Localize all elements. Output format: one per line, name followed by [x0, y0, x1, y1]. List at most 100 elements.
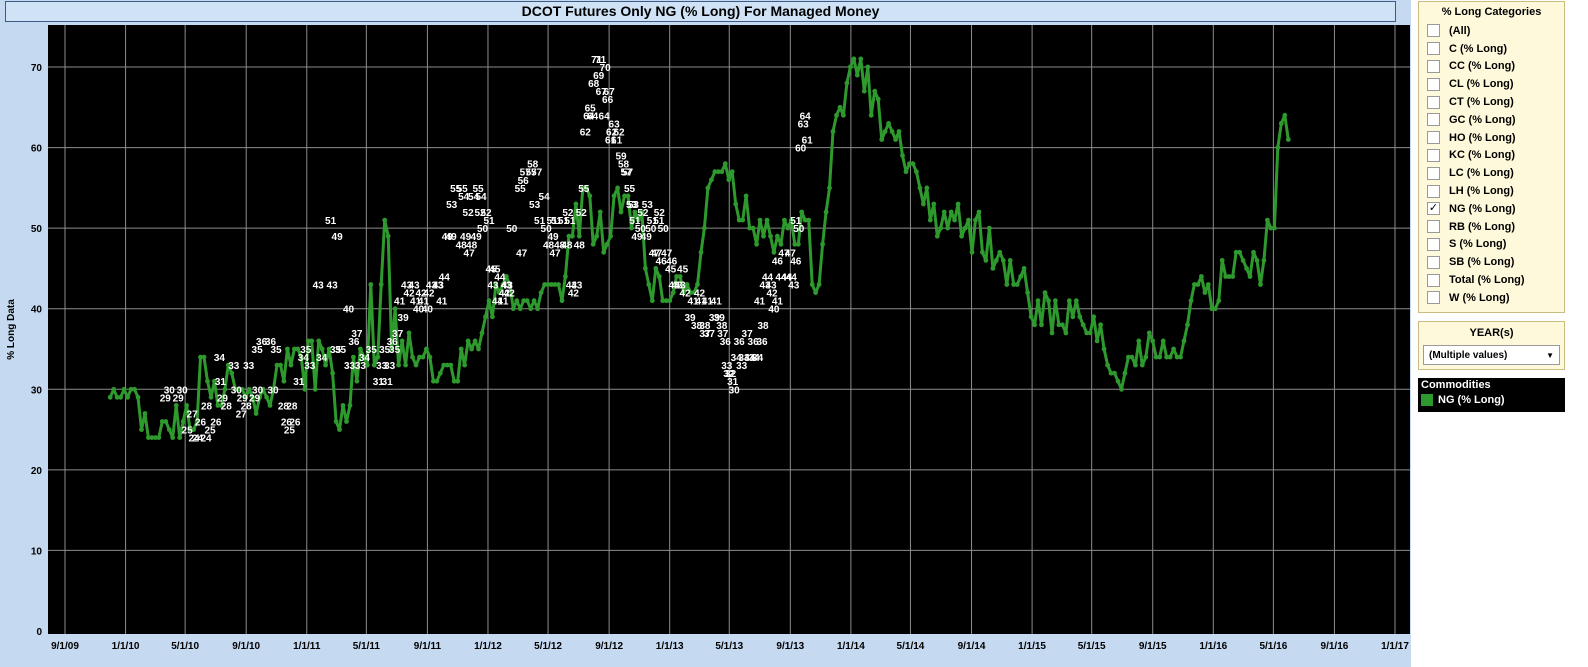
category-item[interactable]: CT (% Long) [1419, 93, 1564, 111]
category-item[interactable]: (All) [1419, 22, 1564, 40]
data-label: 43 [571, 281, 583, 292]
data-point [601, 249, 607, 255]
category-checkbox[interactable] [1427, 24, 1440, 38]
data-point [865, 64, 871, 70]
year-dropdown[interactable]: (Multiple values) ▼ [1423, 345, 1560, 365]
category-item[interactable]: Total (% Long) [1419, 271, 1564, 289]
category-checkbox[interactable]: ✓ [1427, 202, 1440, 216]
data-label: 31 [293, 377, 305, 388]
category-checkbox[interactable] [1427, 131, 1440, 145]
data-point [517, 306, 523, 312]
data-point [809, 282, 815, 287]
year-filter-panel: YEAR(s) (Multiple values) ▼ [1418, 321, 1565, 370]
categories-list: (All) C (% Long) CC (% Long) CL (% Long) CT … [1419, 22, 1564, 307]
data-point [1112, 370, 1117, 376]
category-item[interactable]: S (% Long) [1419, 236, 1564, 254]
category-checkbox[interactable] [1427, 237, 1440, 251]
data-label: 41 [711, 297, 723, 308]
category-checkbox[interactable] [1427, 148, 1440, 162]
data-point [1219, 258, 1225, 263]
data-point [403, 362, 408, 368]
x-tick-label: 9/1/11 [414, 641, 442, 652]
data-label: 55 [624, 184, 636, 195]
data-point [483, 314, 488, 320]
data-point [1091, 314, 1097, 320]
category-item[interactable]: C (% Long) [1419, 40, 1564, 58]
x-tick-label: 9/1/15 [1139, 641, 1167, 652]
category-checkbox[interactable] [1427, 42, 1440, 56]
x-tick-label: 5/1/10 [171, 641, 199, 652]
data-point [121, 386, 127, 392]
data-label: 36 [720, 337, 732, 348]
category-checkbox[interactable] [1427, 255, 1440, 269]
data-label: 41 [754, 297, 766, 308]
data-label: 40 [422, 305, 434, 316]
data-point [1094, 338, 1100, 344]
data-point [434, 378, 440, 384]
data-point [969, 249, 975, 255]
category-item[interactable]: GC (% Long) [1419, 111, 1564, 129]
data-point [354, 378, 360, 384]
data-point [1000, 258, 1006, 263]
data-point [514, 298, 520, 304]
y-axis-title: % Long Data [6, 299, 17, 360]
data-point [1216, 298, 1222, 304]
data-point [1212, 306, 1218, 312]
data-point [615, 185, 620, 191]
x-tick-label: 5/1/12 [534, 641, 562, 652]
category-checkbox[interactable] [1427, 273, 1440, 287]
category-item[interactable]: W (% Long) [1419, 289, 1564, 307]
data-point [333, 419, 339, 424]
category-checkbox[interactable] [1427, 59, 1440, 73]
category-label: RB (% Long) [1449, 220, 1515, 233]
category-item[interactable]: SB (% Long) [1419, 253, 1564, 271]
data-label: 57 [622, 168, 634, 179]
data-point [799, 209, 805, 215]
x-tick-label: 9/1/10 [232, 641, 260, 652]
data-point [528, 306, 534, 312]
data-point [1230, 274, 1236, 279]
data-point [997, 249, 1003, 255]
data-point [1251, 249, 1256, 255]
data-point [1073, 298, 1079, 304]
data-label: 34 [752, 353, 764, 364]
data-point [667, 298, 673, 304]
category-item[interactable]: CL (% Long) [1419, 75, 1564, 93]
data-point [778, 241, 784, 247]
data-point [980, 249, 985, 255]
data-point [1150, 338, 1156, 344]
category-checkbox[interactable] [1427, 291, 1440, 305]
category-item[interactable]: LH (% Long) [1419, 182, 1564, 200]
category-checkbox[interactable] [1427, 77, 1440, 91]
data-label: 34 [214, 353, 226, 364]
data-point [1199, 274, 1204, 279]
data-point [987, 225, 992, 231]
category-checkbox[interactable] [1427, 166, 1440, 180]
x-tick-label: 5/1/13 [715, 641, 743, 652]
data-point [1143, 354, 1149, 360]
category-item[interactable]: HO (% Long) [1419, 129, 1564, 147]
data-point [1195, 282, 1201, 287]
data-label: 40 [343, 305, 355, 316]
data-point [1115, 378, 1121, 384]
legend-item[interactable]: NG (% Long) [1418, 391, 1565, 406]
category-checkbox[interactable] [1427, 220, 1440, 234]
data-point [1139, 362, 1145, 368]
category-item[interactable]: RB (% Long) [1419, 218, 1564, 236]
category-checkbox[interactable] [1427, 113, 1440, 127]
category-item[interactable]: KC (% Long) [1419, 147, 1564, 165]
category-label: C (% Long) [1449, 42, 1508, 55]
data-point [1004, 282, 1010, 287]
category-item[interactable]: ✓ NG (% Long) [1419, 200, 1564, 218]
category-checkbox[interactable] [1427, 95, 1440, 109]
category-item[interactable]: LC (% Long) [1419, 164, 1564, 182]
category-item[interactable]: CC (% Long) [1419, 58, 1564, 76]
data-point [733, 201, 739, 207]
data-point [924, 185, 930, 191]
category-checkbox[interactable] [1427, 184, 1440, 198]
checkmark-icon: ✓ [1428, 202, 1439, 215]
data-label: 30 [177, 385, 189, 396]
data-point [1205, 282, 1211, 287]
data-point [903, 169, 909, 175]
data-point [1042, 290, 1048, 295]
